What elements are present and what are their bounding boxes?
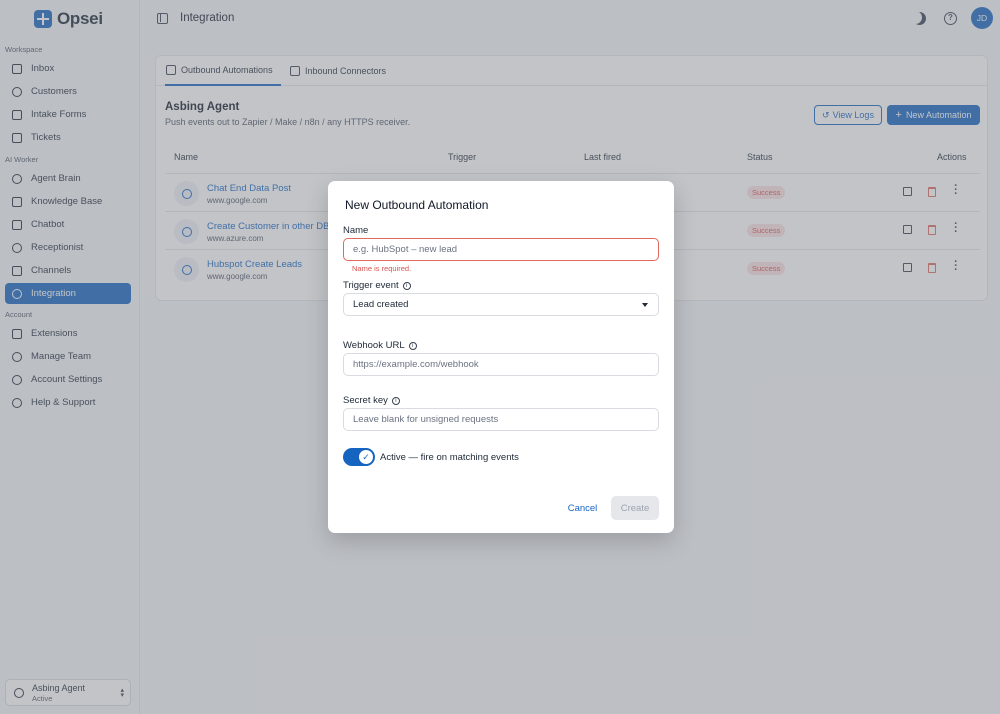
secret-label-text: Secret key	[343, 395, 388, 406]
trigger-label-text: Trigger event	[343, 280, 399, 291]
active-toggle-label: Active — fire on matching events	[380, 452, 519, 463]
info-icon: i	[408, 341, 417, 350]
webhook-label-text: Webhook URL	[343, 340, 405, 351]
cancel-button[interactable]: Cancel	[560, 496, 605, 520]
create-button[interactable]: Create	[611, 496, 659, 520]
check-icon: ✓	[359, 450, 373, 464]
name-label-text: Name	[343, 225, 369, 236]
active-toggle[interactable]: ✓	[343, 448, 375, 466]
info-icon: i	[391, 396, 400, 405]
name-error-message: Name is required.	[352, 264, 412, 273]
info-icon: i	[402, 281, 411, 290]
name-label: Name	[343, 225, 368, 236]
webhook-url-input[interactable]	[343, 353, 659, 376]
webhook-url-label: Webhook URL i	[343, 340, 417, 351]
trigger-event-select[interactable]: Lead created	[343, 293, 659, 316]
dialog-title: New Outbound Automation	[345, 198, 489, 212]
new-automation-dialog: New Outbound Automation Name Name is req…	[328, 181, 674, 533]
trigger-event-label: Trigger event i	[343, 280, 411, 291]
chevron-down-icon	[642, 303, 648, 307]
secret-key-label: Secret key i	[343, 395, 400, 406]
secret-key-input[interactable]	[343, 408, 659, 431]
trigger-event-value: Lead created	[353, 299, 409, 310]
name-input[interactable]	[343, 238, 659, 261]
